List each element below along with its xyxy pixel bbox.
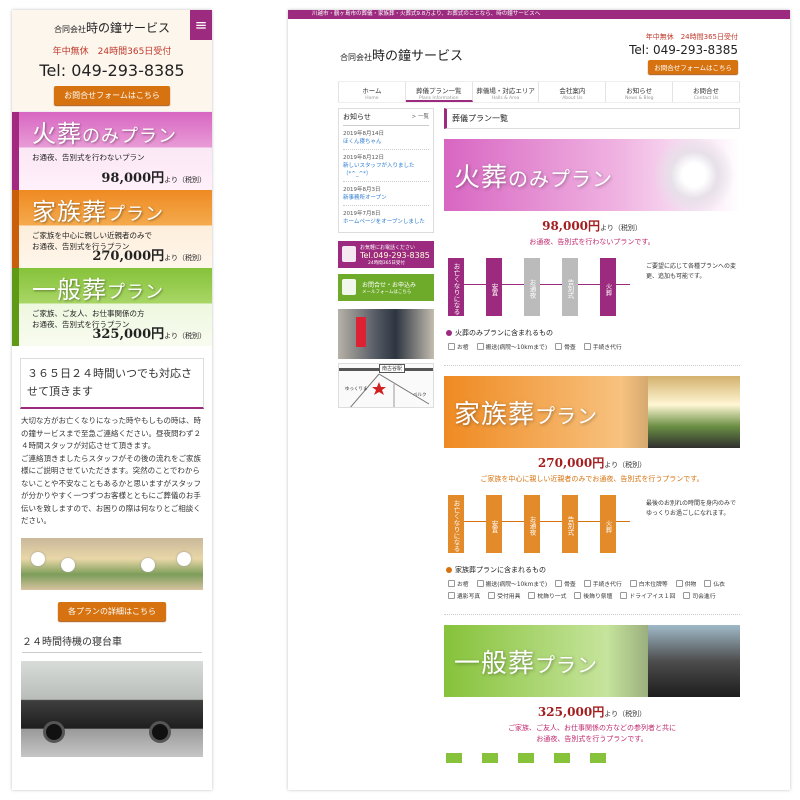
hamburger-menu-icon[interactable]: ≡	[190, 10, 212, 40]
plan-details-button[interactable]: 各プランの詳細はこちら	[58, 601, 166, 621]
plan-flow: お亡くなりになる 安置 お通夜 告別式 火葬 ご要望に応じて各種プランへの変更、…	[444, 254, 740, 324]
list-item: 2019年8月12日 新しいスタッフが入りました（*^_^*）	[343, 154, 429, 182]
included-items: お棺 搬送(病院〜10kmまで) 骨壺 手続き代行 白木位牌等 供物 仏衣 遺影…	[444, 579, 740, 600]
business-hours: 年中無休 24時間365日受付	[52, 47, 172, 57]
plan-banner-cremation[interactable]: 火葬のみプラン お通夜、告別式を行わないプラン 98,000円より（税別）	[12, 112, 212, 190]
map-shop-label: ゆっくりま	[345, 387, 368, 392]
main-content: 葬儀プラン一覧 火葬のみプラン 98,000円より（税別） お通夜、告別式を行わ…	[444, 108, 740, 763]
news-link[interactable]: 新事務所オープン	[343, 194, 429, 202]
nav-contact[interactable]: お問合せ Contact Us	[673, 82, 740, 102]
news-more-link[interactable]: > 一覧	[412, 112, 429, 122]
business-hours: 年中無休 24時間365日受付	[645, 33, 738, 41]
hearse-photo	[21, 660, 203, 757]
plan-banner-general: 一般葬プラン	[444, 625, 740, 697]
plan-banner-cremation: 火葬のみプラン	[444, 139, 740, 211]
list-item: 2019年8月14日 ほくん寝ちゃん	[343, 130, 429, 150]
desktop-view: 川越市・鶴ヶ島市の葬儀・家族葬・火葬式9.8万より、お葬式のことなら、時の鐘サー…	[288, 10, 790, 790]
contact-form-button[interactable]: お問合せフォームはこちら	[648, 60, 738, 74]
plan-banner-general[interactable]: 一般葬プラン ご家族、ご友人、お仕事関係の方 お通夜、告別式を行うプラン 325,…	[12, 268, 212, 346]
mobile-view: 合同会社時の鐘サービス ≡ 年中無休 24時間365日受付 Tel: 049-2…	[12, 10, 212, 790]
section-body: 大切な方がお亡くなりになった時やもしもの時は、時の鐘サービスまで至急ご連絡くださ…	[21, 416, 201, 525]
plan-banner-family: 家族葬プラン	[444, 376, 740, 448]
top-bar: 川越市・鶴ヶ島市の葬儀・家族葬・火葬式9.8万より、お葬式のことなら、時の鐘サー…	[288, 10, 790, 19]
plan-flow: お亡くなりになる 安置 お通夜 告別式 火葬 最後のお別れの時間を身内のみでゆっ…	[444, 491, 740, 561]
included-items: お棺 搬送(病院〜10kmまで) 骨壺 手続き代行	[444, 342, 740, 351]
section-heading-24h: ３６５日２４時間いつでも対応させて頂きます	[20, 358, 204, 409]
contact-form-button[interactable]: お問合せフォームはこちら	[54, 86, 170, 105]
storefront-photo	[338, 309, 434, 359]
phone-number[interactable]: Tel: 049-293-8385	[12, 61, 212, 80]
phone-icon	[342, 246, 356, 262]
global-nav: ホーム Home 葬儀プラン一覧 Plans Information 葬儀場・対応エ…	[338, 81, 740, 103]
list-item: 2019年7月8日 ホームページをオープンしました	[343, 210, 429, 229]
side-mail-banner[interactable]: お問合せ・お申込み メールフォームはこちら	[338, 274, 434, 301]
sidebar: お知らせ > 一覧 2019年8月14日 ほくん寝ちゃん 2019年8月12日 新しい…	[338, 108, 434, 408]
nav-news[interactable]: お知らせ News & Blog	[606, 82, 674, 102]
nav-home[interactable]: ホーム Home	[338, 82, 406, 102]
access-map[interactable]: 南古谷駅 ゆっくりま ベルク	[338, 363, 434, 408]
map-store-label: ベルク	[413, 393, 427, 398]
mobile-header: 合同会社時の鐘サービス ≡ 年中無休 24時間365日受付 Tel: 049-2…	[12, 10, 212, 112]
side-phone-banner[interactable]: お気軽にお電話ください Tel.049-293-8385 24時間365日受付	[338, 241, 434, 268]
page-title: 葬儀プラン一覧	[444, 108, 740, 129]
phone-number[interactable]: Tel: 049-293-8385	[629, 43, 738, 57]
hearse-heading: ２４時間待機の寝台車	[22, 633, 202, 653]
news-box: お知らせ > 一覧 2019年8月14日 ほくん寝ちゃん 2019年8月12日 新しい…	[338, 108, 434, 233]
news-link[interactable]: ほくん寝ちゃん	[343, 138, 429, 146]
mail-icon	[342, 279, 356, 295]
plan-banner-family[interactable]: 家族葬プラン ご家族を中心に親しい近親者のみで お通夜、告別式を行うプラン 270…	[12, 190, 212, 268]
list-item: 2019年8月3日 新事務所オープン	[343, 186, 429, 206]
nav-plans[interactable]: 葬儀プラン一覧 Plans Information	[405, 82, 473, 102]
news-link[interactable]: ホームページをオープンしました	[343, 218, 429, 226]
nav-about[interactable]: 会社案内 About Us	[539, 82, 607, 102]
funeral-altar-photo	[21, 537, 203, 590]
site-logo[interactable]: 合同会社時の鐘サービス	[340, 45, 463, 64]
news-link[interactable]: 新しいスタッフが入りました（*^_^*）	[343, 162, 429, 178]
desktop-header: 合同会社時の鐘サービス 年中無休 24時間365日受付 Tel: 049-293…	[288, 19, 790, 77]
map-station-label: 南古谷駅	[379, 364, 406, 373]
site-logo[interactable]: 合同会社時の鐘サービス	[12, 10, 212, 36]
nav-halls[interactable]: 葬儀場・対応エリア Halls & Area	[473, 82, 540, 102]
